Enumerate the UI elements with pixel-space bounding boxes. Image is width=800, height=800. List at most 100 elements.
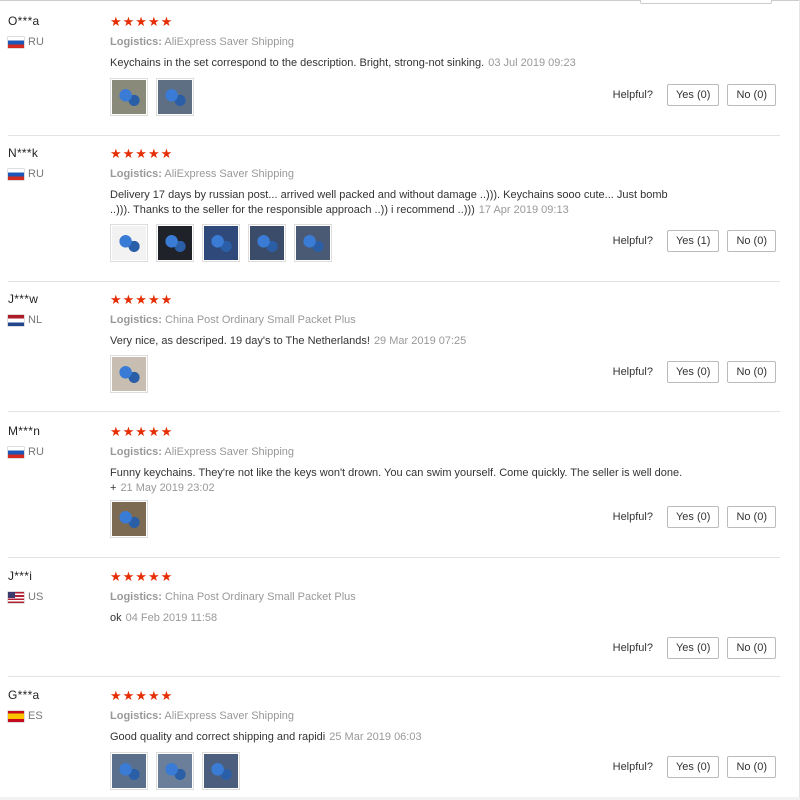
logistics-value: China Post Ordinary Small Packet Plus	[165, 591, 356, 603]
vote-no-button[interactable]: No (0)	[727, 361, 776, 383]
review-photo-thumbnail[interactable]	[202, 752, 240, 790]
review-date: 25 Mar 2019 06:03	[329, 731, 422, 743]
review-photo-thumbnail[interactable]	[202, 224, 240, 262]
photo-image	[112, 80, 146, 114]
reviewer-country: RU	[8, 168, 44, 180]
review-divider	[8, 281, 780, 282]
reviewer-country: RU	[8, 446, 44, 458]
logistics-value: China Post Ordinary Small Packet Plus	[165, 314, 356, 326]
vote-no-button[interactable]: No (0)	[727, 506, 776, 528]
reviewer-name: O***a	[8, 14, 40, 28]
country-flag-icon	[8, 36, 24, 48]
country-code: RU	[28, 36, 44, 48]
review-item: J***w NL ★★★★★ Logistics: China Post Ord…	[0, 292, 780, 412]
vote-yes-button[interactable]: Yes (0)	[666, 361, 720, 383]
photo-image	[112, 502, 146, 536]
country-flag-icon	[8, 591, 24, 603]
logistics-info: Logistics: AliExpress Saver Shipping	[110, 168, 294, 180]
country-code: NL	[28, 314, 43, 326]
review-date: 03 Jul 2019 09:23	[488, 57, 576, 69]
helpful-votes: Helpful? Yes (0) No (0)	[613, 637, 776, 659]
vote-yes-button[interactable]: Yes (0)	[666, 637, 720, 659]
photo-image	[250, 226, 284, 260]
vote-yes-button[interactable]: Yes (0)	[666, 506, 720, 528]
helpful-votes: Helpful? Yes (0) No (0)	[613, 756, 776, 778]
review-photo-thumbnail[interactable]	[110, 752, 148, 790]
review-divider	[8, 557, 780, 558]
logistics-label: Logistics:	[110, 314, 162, 326]
rating-stars: ★★★★★	[110, 146, 174, 161]
review-text: Keychains in the set correspond to the d…	[110, 56, 690, 71]
review-photo-thumbnail[interactable]	[156, 752, 194, 790]
review-body: ok	[110, 612, 122, 624]
vote-yes-button[interactable]: Yes (0)	[666, 84, 720, 106]
rating-stars: ★★★★★	[110, 424, 174, 439]
review-body: Very nice, as descriped. 19 day's to The…	[110, 335, 370, 347]
review-photo-thumbnail[interactable]	[248, 224, 286, 262]
photo-image	[158, 754, 192, 788]
vote-no-button[interactable]: No (0)	[727, 756, 776, 778]
logistics-info: Logistics: AliExpress Saver Shipping	[110, 710, 294, 722]
vote-no-button[interactable]: No (0)	[727, 637, 776, 659]
review-photos	[110, 355, 148, 393]
review-item: M***n RU ★★★★★ Logistics: AliExpress Sav…	[0, 424, 780, 558]
review-date: 17 Apr 2019 09:13	[478, 204, 569, 216]
review-photos	[110, 224, 332, 262]
vote-no-button[interactable]: No (0)	[727, 230, 776, 252]
review-photos	[110, 78, 194, 116]
review-photo-thumbnail[interactable]	[110, 78, 148, 116]
helpful-votes: Helpful? Yes (0) No (0)	[613, 361, 776, 383]
review-text: ok 04 Feb 2019 11:58	[110, 611, 690, 626]
reviewer-name: N***k	[8, 146, 39, 160]
logistics-label: Logistics:	[110, 710, 162, 722]
country-code: US	[28, 591, 44, 603]
vote-yes-button[interactable]: Yes (0)	[666, 756, 720, 778]
rating-stars: ★★★★★	[110, 14, 174, 29]
review-photo-thumbnail[interactable]	[156, 78, 194, 116]
logistics-value: AliExpress Saver Shipping	[164, 710, 295, 722]
helpful-label: Helpful?	[612, 366, 653, 378]
vote-no-button[interactable]: No (0)	[727, 84, 776, 106]
photo-image	[158, 226, 192, 260]
review-date: 21 May 2019 23:02	[120, 482, 215, 494]
photo-image	[204, 754, 238, 788]
review-photo-thumbnail[interactable]	[110, 500, 148, 538]
helpful-label: Helpful?	[612, 89, 653, 101]
review-item: J***i US ★★★★★ Logistics: China Post Ord…	[0, 569, 780, 677]
helpful-votes: Helpful? Yes (0) No (0)	[613, 84, 776, 106]
review-photo-thumbnail[interactable]	[110, 355, 148, 393]
review-photo-thumbnail[interactable]	[156, 224, 194, 262]
country-code: ES	[28, 710, 43, 722]
logistics-label: Logistics:	[110, 36, 162, 48]
review-date: 04 Feb 2019 11:58	[125, 612, 218, 624]
review-text: Very nice, as descriped. 19 day's to The…	[110, 334, 690, 349]
review-divider	[8, 676, 780, 677]
logistics-info: Logistics: AliExpress Saver Shipping	[110, 36, 294, 48]
country-flag-icon	[8, 710, 24, 722]
reviewer-country: ES	[8, 710, 43, 722]
reviewer-country: NL	[8, 314, 42, 326]
review-photo-thumbnail[interactable]	[110, 224, 148, 262]
review-date: 29 Mar 2019 07:25	[373, 335, 467, 347]
country-flag-icon	[8, 314, 24, 326]
helpful-label: Helpful?	[612, 761, 653, 773]
photo-image	[296, 226, 330, 260]
review-text: Good quality and correct shipping and ra…	[110, 730, 690, 745]
helpful-label: Helpful?	[612, 642, 653, 654]
country-code: RU	[28, 168, 44, 180]
review-photo-thumbnail[interactable]	[294, 224, 332, 262]
rating-stars: ★★★★★	[110, 569, 174, 584]
logistics-value: AliExpress Saver Shipping	[164, 36, 295, 48]
reviewer-name: M***n	[8, 424, 41, 438]
reviewer-name: J***w	[8, 292, 39, 306]
review-divider	[8, 411, 780, 412]
logistics-info: Logistics: China Post Ordinary Small Pac…	[110, 314, 356, 326]
review-text: Delivery 17 days by russian post... arri…	[110, 188, 690, 218]
review-feed: O***a RU ★★★★★ Logistics: AliExpress Sav…	[0, 0, 800, 800]
vote-yes-button[interactable]: Yes (1)	[666, 230, 720, 252]
logistics-value: AliExpress Saver Shipping	[164, 446, 295, 458]
review-item: G***a ES ★★★★★ Logistics: AliExpress Sav…	[0, 688, 780, 800]
reviewer-country: RU	[8, 36, 44, 48]
helpful-label: Helpful?	[612, 235, 653, 247]
rating-stars: ★★★★★	[110, 688, 174, 703]
